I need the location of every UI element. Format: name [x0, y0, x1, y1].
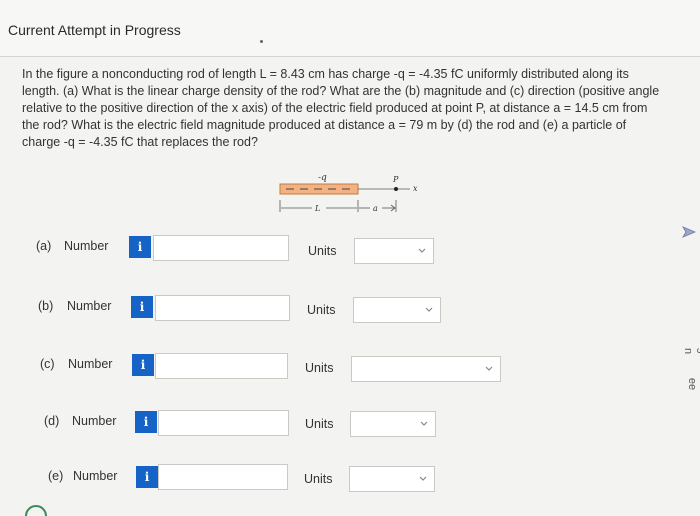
- chevron-down-icon: [419, 476, 427, 481]
- number-input-b[interactable]: [155, 295, 290, 321]
- units-select-d[interactable]: [350, 411, 436, 437]
- number-input-a[interactable]: [153, 235, 289, 261]
- partial-circle-icon: [25, 505, 47, 516]
- part-label-d: (d): [44, 414, 60, 428]
- units-select-c[interactable]: [351, 356, 501, 382]
- chevron-down-icon: [485, 366, 493, 371]
- problem-statement: In the figure a nonconducting rod of len…: [22, 67, 660, 149]
- point-label: P: [392, 175, 399, 184]
- number-input-e[interactable]: [158, 464, 288, 490]
- info-button-b[interactable]: i: [131, 296, 153, 318]
- number-input-c[interactable]: [155, 353, 288, 379]
- units-select-b[interactable]: [353, 297, 441, 323]
- units-label-a: Units: [308, 244, 337, 258]
- units-select-e[interactable]: [349, 466, 435, 492]
- number-label-a: Number: [64, 239, 109, 253]
- length-label: L: [314, 204, 320, 213]
- units-label-e: Units: [304, 472, 333, 486]
- charge-label: -q: [318, 173, 327, 183]
- page-title: Current Attempt in Progress: [8, 22, 181, 38]
- pencil-icon: [682, 226, 696, 238]
- part-label-c: (c): [40, 357, 55, 371]
- number-label-e: Number: [73, 469, 118, 483]
- info-button-d[interactable]: i: [135, 411, 157, 433]
- part-label-e: (e): [48, 469, 64, 483]
- info-button-a[interactable]: i: [129, 236, 151, 258]
- chevron-down-icon: [425, 307, 433, 312]
- number-label-d: Number: [72, 414, 117, 428]
- axis-label: x: [413, 184, 418, 193]
- info-button-e[interactable]: i: [136, 466, 158, 488]
- units-select-a[interactable]: [354, 238, 434, 264]
- edge-fragment: ɔ n: [682, 348, 700, 355]
- units-label-b: Units: [307, 303, 336, 317]
- info-button-c[interactable]: i: [132, 354, 154, 376]
- number-label-c: Number: [68, 357, 113, 371]
- units-label-c: Units: [305, 361, 334, 375]
- part-label-b: (b): [38, 299, 54, 313]
- distance-label: a: [373, 204, 378, 213]
- chevron-down-icon: [420, 421, 428, 426]
- point-p: [394, 187, 398, 191]
- number-label-b: Number: [67, 299, 112, 313]
- header-bar: Current Attempt in Progress: [0, 0, 700, 57]
- units-label-d: Units: [305, 417, 334, 431]
- number-input-d[interactable]: [158, 410, 289, 436]
- part-label-a: (a): [36, 239, 52, 253]
- problem-figure: -q P x L a: [270, 172, 420, 218]
- chevron-down-icon: [418, 248, 426, 253]
- edge-fragment: ee: [686, 377, 699, 391]
- separator-dot: [260, 40, 263, 43]
